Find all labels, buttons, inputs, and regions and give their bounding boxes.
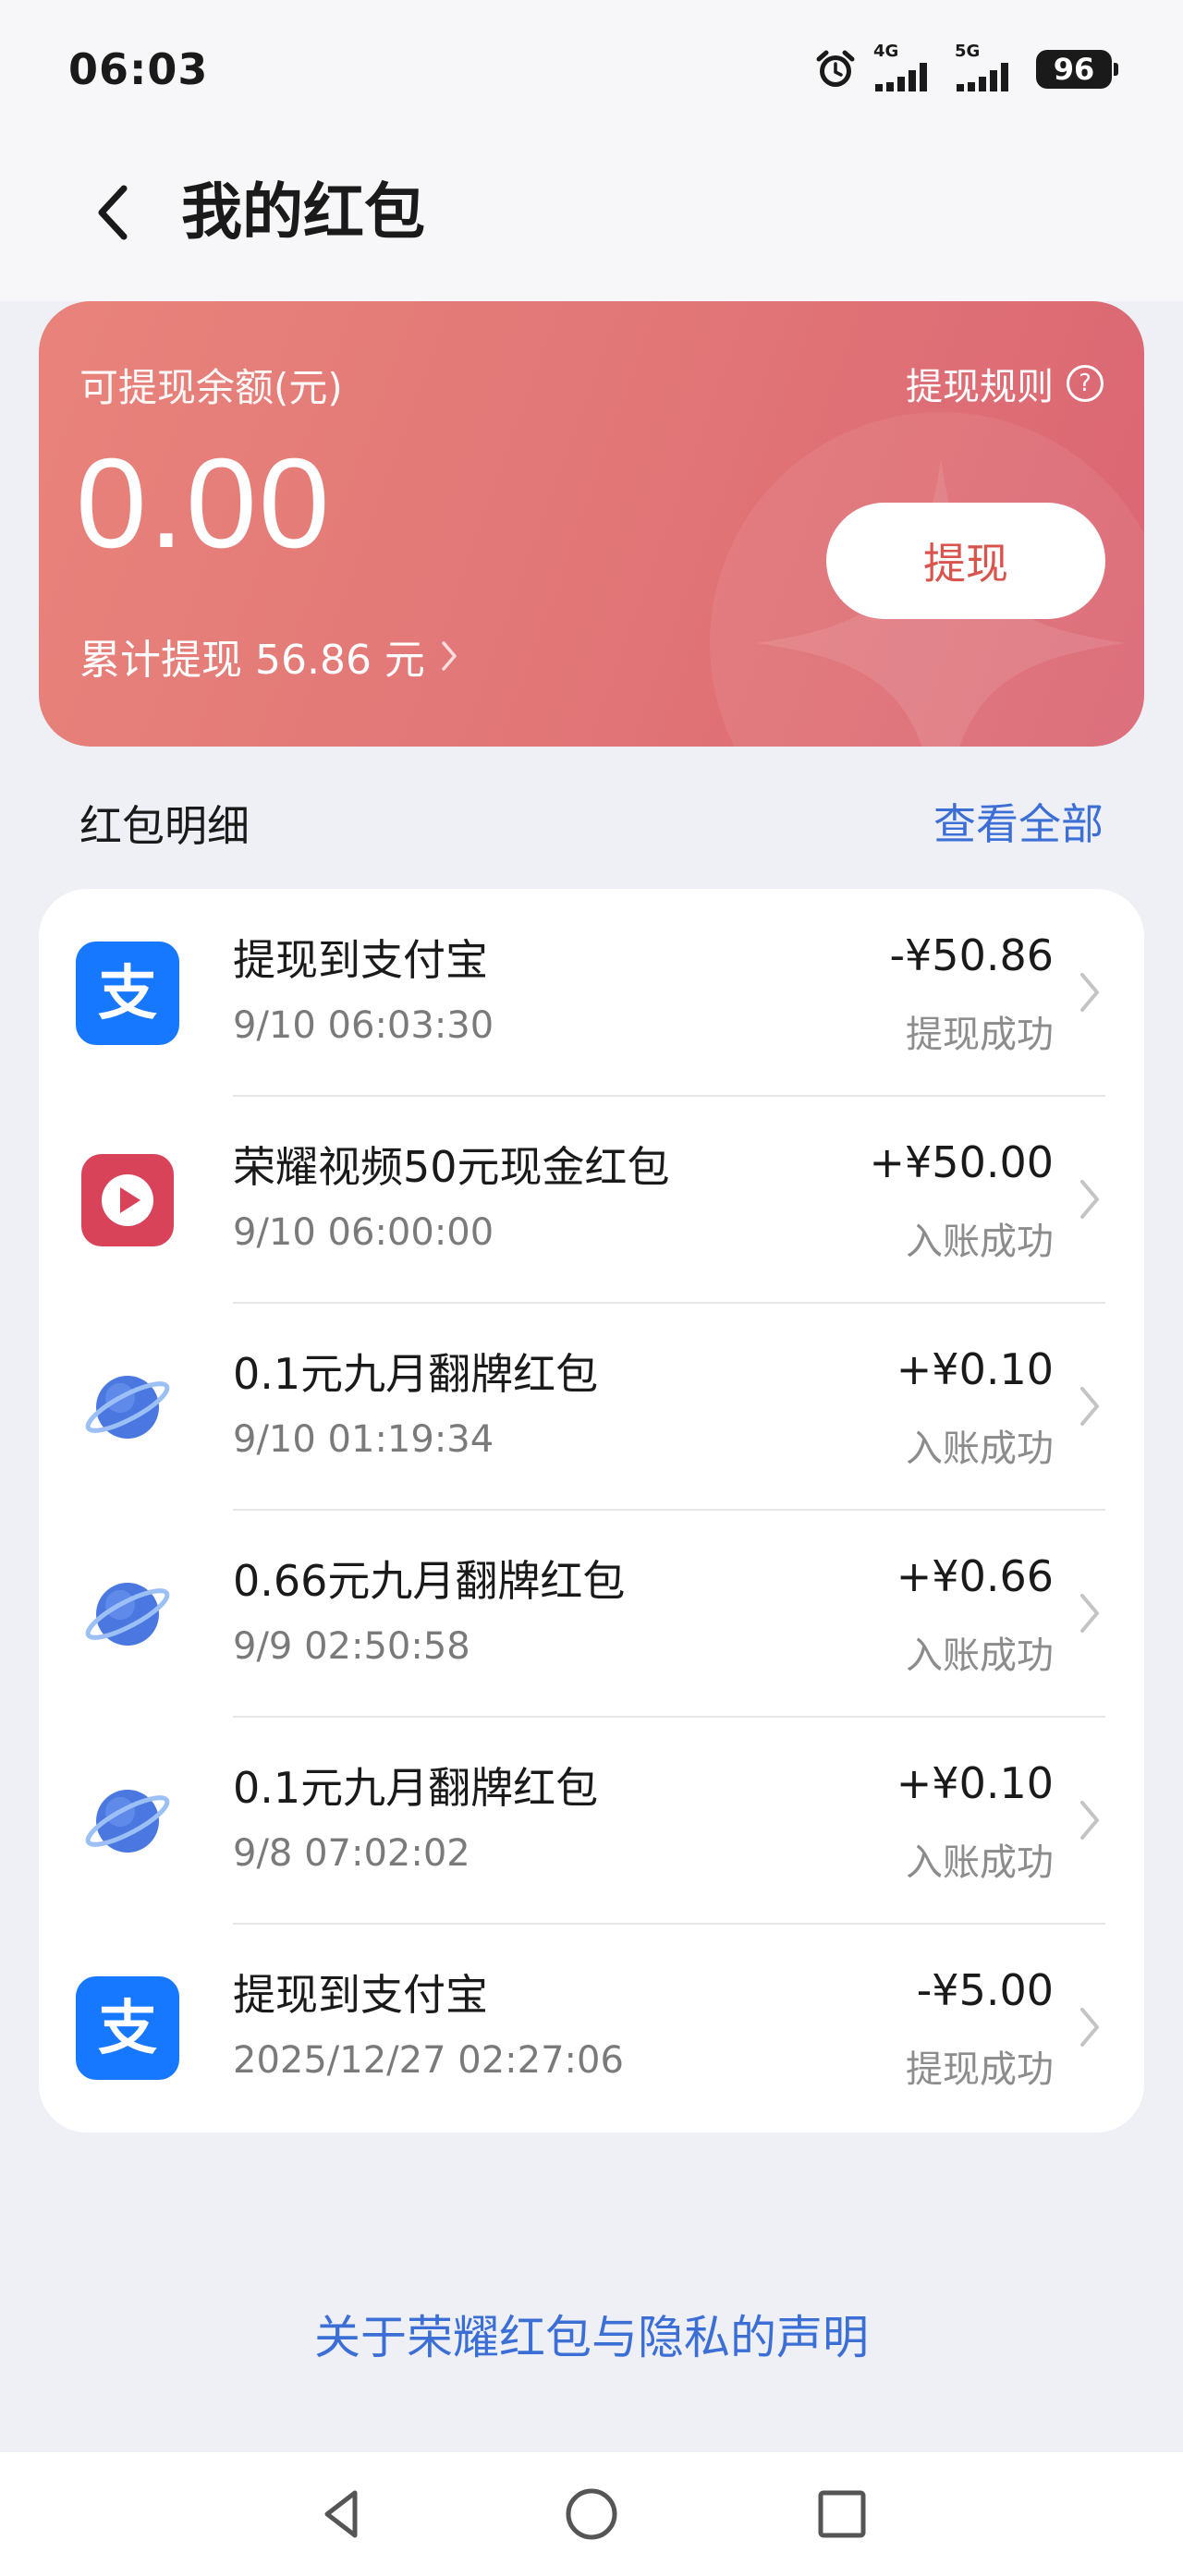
item-title: 提现到支付宝: [233, 1970, 488, 2020]
details-title: 红包明细: [79, 801, 250, 851]
list-item[interactable]: 0.1元九月翻牌红包 9/10 01:19:34 +¥0.10 入账成功: [39, 1304, 1144, 1511]
nav-recents-button[interactable]: [810, 2482, 874, 2546]
list-item[interactable]: 荣耀视频50元现金红包 9/10 06:00:00 +¥50.00 入账成功: [39, 1097, 1144, 1304]
status-time: 06:03: [68, 44, 209, 94]
chevron-right-icon: [442, 641, 457, 671]
item-status: 入账成功: [906, 1428, 1054, 1470]
details-list: 支提现到支付宝 9/10 06:03:30 -¥50.86 提现成功 荣耀视频50元现金…: [39, 889, 1144, 2132]
item-title: 提现到支付宝: [233, 935, 488, 985]
chevron-right-icon: [1080, 1387, 1099, 1426]
system-nav-bar: [0, 2452, 1183, 2576]
item-time: 9/9 02:50:58: [233, 1625, 470, 1668]
privacy-statement-link[interactable]: 关于荣耀红包与隐私的声明: [0, 2301, 1183, 2367]
signal-5g-icon: 5G: [955, 42, 1019, 91]
withdraw-button[interactable]: 提现: [826, 503, 1105, 619]
planet-icon: [76, 1769, 179, 1873]
chevron-right-icon: [1080, 2008, 1099, 2047]
battery-tip: [1114, 63, 1118, 76]
item-amount: +¥0.66: [896, 1551, 1054, 1601]
nav-back-button[interactable]: [309, 2482, 373, 2546]
list-item[interactable]: 支 提现到支付宝 9/10 06:03:30 -¥50.86 提现成功: [39, 890, 1144, 1097]
nav-bar: 我的红包: [0, 166, 1183, 259]
item-status: 入账成功: [906, 1634, 1054, 1677]
network-4g-label: 4G: [873, 42, 899, 61]
triangle-back-icon: [324, 2490, 358, 2538]
planet-icon: [76, 1355, 179, 1459]
planet-icon: [76, 1562, 179, 1666]
item-amount: +¥50.00: [869, 1137, 1055, 1187]
page-title: 我的红包: [181, 176, 425, 248]
item-amount: -¥50.86: [889, 930, 1054, 980]
item-status: 入账成功: [906, 1221, 1054, 1263]
item-time: 9/10 06:00:00: [233, 1211, 494, 1254]
item-amount: +¥0.10: [896, 1344, 1054, 1394]
alipay-icon: 支: [76, 942, 179, 1045]
signal-4g-icon: 4G: [873, 42, 938, 91]
list-item[interactable]: 0.1元九月翻牌红包 9/8 07:02:02 +¥0.10 入账成功: [39, 1718, 1144, 1925]
circle-home-icon: [566, 2488, 617, 2540]
battery-level: 96: [1036, 50, 1112, 89]
square-recents-icon: [818, 2490, 866, 2538]
chevron-right-icon: [1080, 1180, 1099, 1219]
honor-video-icon: [76, 1148, 179, 1252]
item-status: 提现成功: [906, 2048, 1054, 2091]
svg-text:支: 支: [98, 1995, 157, 2063]
item-time: 2025/12/27 02:27:06: [233, 2039, 624, 2082]
item-amount: -¥5.00: [916, 1965, 1054, 2015]
nav-home-button[interactable]: [559, 2482, 624, 2546]
view-all-link[interactable]: 查看全部: [933, 791, 1104, 852]
balance-label: 可提现余额(元): [79, 365, 343, 410]
svg-text:支: 支: [98, 960, 157, 1028]
item-time: 9/8 07:02:02: [233, 1832, 470, 1875]
alipay-icon: 支: [76, 1976, 179, 2080]
item-amount: +¥0.10: [896, 1758, 1054, 1808]
withdraw-rules-link[interactable]: 提现规则 ?: [906, 357, 1104, 410]
network-5g-label: 5G: [955, 42, 981, 61]
item-time: 9/10 01:19:34: [233, 1418, 494, 1461]
back-button[interactable]: [83, 177, 148, 248]
battery-icon: 96: [1036, 50, 1118, 89]
status-bar: 06:03 4G 5G 96: [0, 0, 1183, 139]
balance-card: 可提现余额(元) 0.00 累计提现 56.86 元 提现规则 ? 提现: [39, 301, 1144, 747]
chevron-left-icon: [98, 185, 128, 240]
list-item[interactable]: 支 提现到支付宝 2025/12/27 02:27:06 -¥5.00 提现成功: [39, 1925, 1144, 2132]
item-title: 荣耀视频50元现金红包: [233, 1142, 670, 1192]
total-withdrawn-link[interactable]: 累计提现 56.86 元: [79, 626, 458, 686]
status-icons: 4G 5G 96: [814, 42, 1118, 92]
item-title: 0.1元九月翻牌红包: [233, 1763, 599, 1813]
chevron-right-icon: [1080, 973, 1099, 1012]
item-status: 提现成功: [906, 1014, 1054, 1056]
list-item[interactable]: 0.66元九月翻牌红包 9/9 02:50:58 +¥0.66 入账成功: [39, 1511, 1144, 1718]
chevron-right-icon: [1080, 1801, 1099, 1840]
help-icon: ?: [1067, 365, 1104, 402]
balance-amount: 0.00: [76, 432, 332, 575]
total-withdrawn-text: 累计提现 56.86 元: [79, 637, 425, 684]
item-title: 0.66元九月翻牌红包: [233, 1556, 626, 1606]
chevron-right-icon: [1080, 1594, 1099, 1633]
withdraw-rules-label: 提现规则: [906, 366, 1054, 408]
item-status: 入账成功: [906, 1841, 1054, 1884]
item-title: 0.1元九月翻牌红包: [233, 1349, 599, 1399]
item-time: 9/10 06:03:30: [233, 1004, 494, 1047]
alarm-icon: [814, 48, 857, 91]
